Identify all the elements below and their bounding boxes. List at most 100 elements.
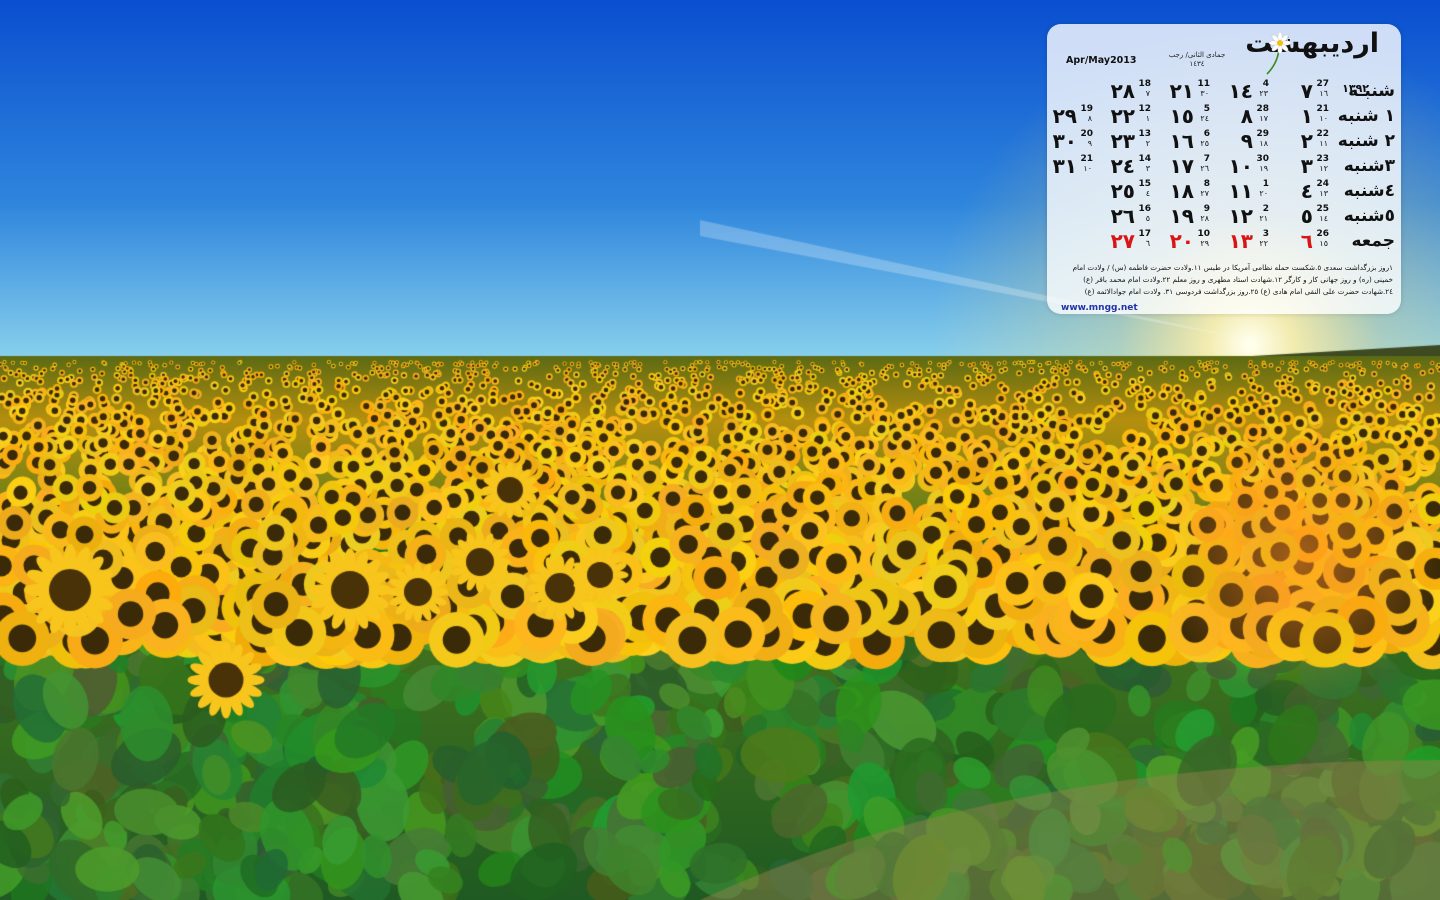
hijri-day-number: ٧	[1145, 89, 1150, 98]
day-cell: ١٦ 6 ٢٥	[1154, 128, 1212, 153]
solar-day-number: ٢٠	[1169, 229, 1194, 253]
day-cell: ٢٦ 16 ٥	[1095, 203, 1153, 228]
gregorian-day-number: 21	[1080, 154, 1093, 164]
gregorian-day-number: 12	[1138, 104, 1151, 114]
solar-day-number: ١٢	[1228, 204, 1253, 228]
hijri-day-number: ٩	[1087, 139, 1092, 148]
hijri-day-number: ٢١	[1259, 214, 1268, 223]
day-cell: ٢٨ 18 ٧	[1095, 78, 1153, 103]
weekday-label: ١ شنبه	[1337, 106, 1395, 126]
solar-day-number: ١٥	[1169, 104, 1194, 128]
calendar-row: ٥شنبه ٥ 25 ١٤ ١٢ 2 ٢١ ١٩ 9 ٢٨ ٢٦ 16 ٥	[1057, 203, 1395, 228]
day-cell: ٢ 22 ١١	[1273, 128, 1331, 153]
solar-day-number: ٢٩	[1052, 104, 1077, 128]
gregorian-day-number: 11	[1197, 79, 1210, 89]
calendar-row: ١ شنبه ١ 21 ١٠ ٨ 28 ١٧ ١٥ 5 ٢٤ ٢٢ 12 ١ ٢٩ 19 ٨	[1053, 103, 1395, 128]
day-cell: ٨ 28 ١٧	[1213, 103, 1271, 128]
gregorian-label: Apr/May2013	[1066, 55, 1137, 66]
hijri-day-number: ١	[1145, 114, 1150, 123]
solar-day-number: ٢	[1300, 129, 1313, 153]
solar-day-number: ١٣	[1228, 229, 1253, 253]
solar-day-number: ٥	[1300, 204, 1313, 228]
gregorian-day-number: 24	[1316, 179, 1329, 189]
gregorian-day-number: 22	[1316, 129, 1329, 139]
hijri-day-number: ١٠	[1319, 114, 1328, 123]
calendar-row: ٢ شنبه ٢ 22 ١١ ٩ 29 ١٨ ١٦ 6 ٢٥ ٢٣ 13 ٢ ٣٠ 20 ٩	[1053, 128, 1395, 153]
solar-day-number: ٩	[1240, 129, 1253, 153]
solar-day-number: ١٧	[1169, 154, 1194, 178]
solar-day-number: ١٩	[1169, 204, 1194, 228]
solar-day-number: ١٤	[1228, 79, 1253, 103]
day-cell: ٩ 29 ١٨	[1213, 128, 1271, 153]
hijri-months: جمادی الثانی/ رجب	[1168, 51, 1226, 59]
day-cell: ٥ 25 ١٤	[1273, 203, 1331, 228]
gregorian-day-number: 21	[1316, 104, 1329, 114]
hijri-day-number: ٦	[1145, 239, 1150, 248]
hijri-day-number: ٢٨	[1200, 214, 1209, 223]
hijri-day-number: ٢٩	[1200, 239, 1209, 248]
hijri-day-number: ١٦	[1319, 89, 1328, 98]
day-cell: ٢٥ 15 ٤	[1095, 178, 1153, 203]
day-cell: ٤ 24 ١٣	[1273, 178, 1331, 203]
solar-day-number: ٦	[1300, 229, 1313, 253]
gregorian-day-number: 23	[1316, 154, 1329, 164]
solar-day-number: ٤	[1300, 179, 1313, 203]
holiday-day-cell: ٢٧ 17 ٦	[1095, 228, 1153, 253]
day-cell: ٢٣ 13 ٢	[1095, 128, 1153, 153]
hijri-day-number: ٤	[1145, 189, 1150, 198]
day-cell: ٢٤ 14 ٣	[1095, 153, 1153, 178]
hijri-year: ١٤٣٤	[1189, 60, 1205, 68]
gregorian-day-number: 3	[1262, 229, 1269, 239]
weekday-label: شنبـه	[1348, 81, 1395, 101]
occasion-note: ٢٤.شهادت حضرت علی النقی امام هادی (ع) ٢٥…	[1084, 287, 1393, 296]
day-cell: ٢١ 11 ٣٠	[1154, 78, 1212, 103]
hijri-day-number: ٢٠	[1259, 189, 1268, 198]
day-cell: ١٧ 7 ٢٦	[1154, 153, 1212, 178]
day-cell: ١٥ 5 ٢٤	[1154, 103, 1212, 128]
day-cell: ١٨ 8 ٢٧	[1154, 178, 1212, 203]
day-cell: ٢٩ 19 ٨	[1037, 103, 1095, 128]
calendar-row: ٣شنبه ٣ 23 ١٢ ١٠ 30 ١٩ ١٧ 7 ٢٦ ٢٤ 14 ٣ ٣١ 21 ١٠	[1053, 153, 1395, 178]
holiday-day-cell: ٦ 26 ١٥	[1273, 228, 1331, 253]
gregorian-day-number: 30	[1256, 154, 1269, 164]
weekday-label: ٢ شنبه	[1337, 131, 1395, 151]
hijri-day-number: ٢	[1145, 139, 1150, 148]
gregorian-day-number: 16	[1138, 204, 1151, 214]
gregorian-day-number: 27	[1316, 79, 1329, 89]
gregorian-day-number: 13	[1138, 129, 1151, 139]
gregorian-day-number: 10	[1197, 229, 1210, 239]
gregorian-day-number: 8	[1203, 179, 1210, 189]
gregorian-day-number: 19	[1080, 104, 1093, 114]
solar-day-number: ٣	[1300, 154, 1313, 178]
solar-day-number: ٣١	[1052, 154, 1077, 178]
weekday-label: ٥شنبه	[1343, 206, 1395, 226]
hijri-day-number: ٨	[1087, 114, 1092, 123]
day-cell: ١٠ 30 ١٩	[1213, 153, 1271, 178]
gregorian-day-number: 1	[1262, 179, 1269, 189]
calendar-row: جمعه ٦ 26 ١٥ ١٣ 3 ٢٢ ٢٠ 10 ٢٩ ٢٧ 17 ٦	[1057, 228, 1395, 253]
calendar-row: شنبـه ٧ 27 ١٦ ١٤ 4 ٢٣ ٢١ 11 ٣٠ ٢٨ 18 ٧	[1057, 78, 1395, 103]
solar-day-number: ٨	[1240, 104, 1253, 128]
gregorian-day-number: 2	[1262, 204, 1269, 214]
solar-day-number: ٢٧	[1110, 229, 1135, 253]
hijri-day-number: ٣	[1145, 164, 1150, 173]
solar-day-number: ٢٥	[1110, 179, 1135, 203]
solar-day-number: ٣٠	[1052, 129, 1077, 153]
gregorian-day-number: 17	[1138, 229, 1151, 239]
hijri-label: جمادی الثانی/ رجب ١٤٣٤	[1167, 51, 1227, 69]
gregorian-day-number: 7	[1203, 154, 1210, 164]
hijri-day-number: ٥	[1145, 214, 1150, 223]
day-cell: ١ 21 ١٠	[1273, 103, 1331, 128]
day-cell: ٣١ 21 ١٠	[1037, 153, 1095, 178]
occasion-note: ١روز بزرگداشت سعدی ٥.شکست حمله نظامی آمر…	[1072, 263, 1393, 272]
gregorian-day-number: 20	[1080, 129, 1093, 139]
day-cell: ٣ 23 ١٢	[1273, 153, 1331, 178]
hijri-day-number: ٢٣	[1259, 89, 1268, 98]
website-link[interactable]: www.mngg.net	[1061, 303, 1138, 313]
calendar-grid: شنبـه ٧ 27 ١٦ ١٤ 4 ٢٣ ٢١ 11 ٣٠ ٢٨ 18 ٧ ١ شنبه ١ 21 ١٠ ٨ 28…	[1053, 78, 1395, 253]
holiday-day-cell: ١٣ 3 ٢٢	[1213, 228, 1271, 253]
gregorian-day-number: 26	[1316, 229, 1329, 239]
weekday-label: ٣شنبه	[1343, 156, 1395, 176]
day-cell: ١٩ 9 ٢٨	[1154, 203, 1212, 228]
calendar-card: اردیبهشت ١٣٩٢ Apr/May2013 جمادی الثانی/ …	[1047, 24, 1401, 314]
